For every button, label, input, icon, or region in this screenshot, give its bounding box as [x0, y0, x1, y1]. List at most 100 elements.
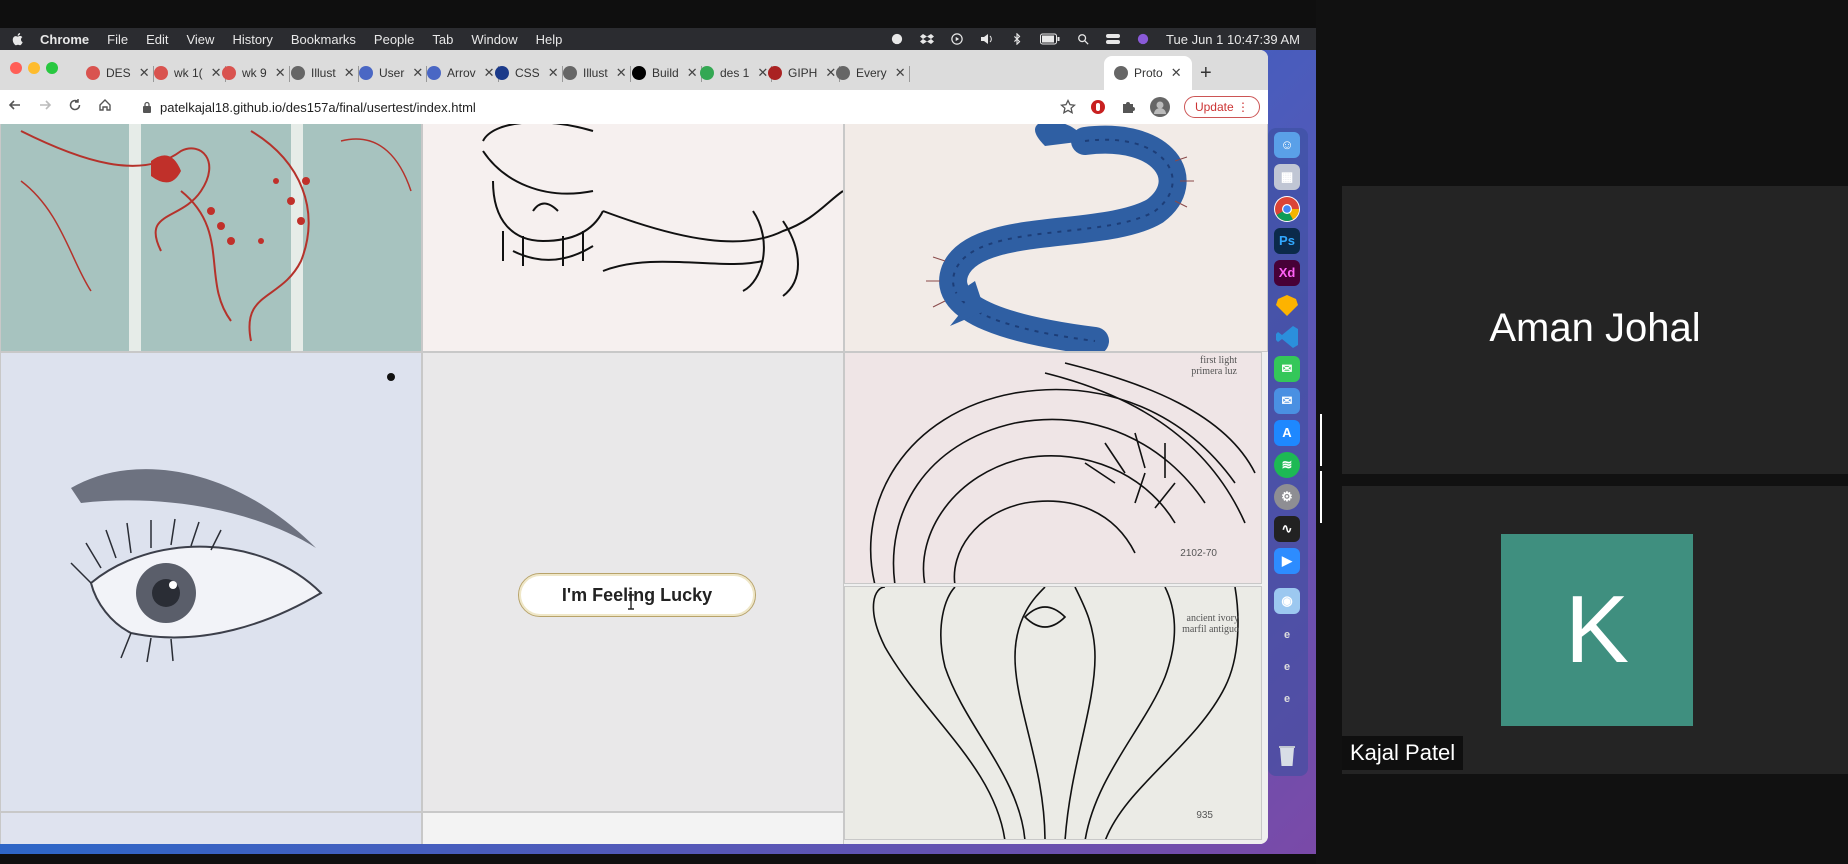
menu-history[interactable]: History	[232, 32, 272, 47]
finder-icon[interactable]: ☺	[1274, 132, 1300, 158]
tab-close-icon[interactable]: ✕	[139, 65, 150, 81]
document-icon[interactable]: e	[1274, 654, 1300, 680]
browser-tab[interactable]: wk 9 ✕	[222, 56, 290, 90]
siri-icon[interactable]	[1136, 33, 1150, 45]
update-button[interactable]: Update ⋮	[1183, 96, 1260, 118]
menu-view[interactable]: View	[186, 32, 214, 47]
new-tab-button[interactable]: +	[1200, 63, 1212, 83]
tab-close-icon[interactable]: ✕	[275, 65, 286, 81]
vscode-icon[interactable]	[1274, 324, 1300, 350]
browser-tab[interactable]: des 1 ✕	[700, 56, 773, 90]
browser-tab[interactable]: Illust ✕	[563, 56, 631, 90]
document-icon[interactable]: e	[1274, 686, 1300, 712]
participant-tile-kajal[interactable]: K Kajal Patel	[1342, 486, 1848, 774]
first-light-card[interactable]: first light primera luz 2102-70	[844, 352, 1262, 584]
koi-fish-card[interactable]	[0, 124, 422, 352]
volume-icon[interactable]	[980, 33, 994, 45]
tab-label: des 1	[720, 66, 750, 80]
zoom-icon[interactable]: ▶	[1274, 548, 1300, 574]
control-center-icon[interactable]	[1106, 33, 1121, 45]
participant-tile-aman[interactable]: Aman Johal	[1342, 186, 1848, 474]
koi-fish-illustration	[1, 124, 421, 351]
lion-sketch-card[interactable]	[422, 124, 844, 352]
system-preferences-icon[interactable]: ⚙	[1274, 484, 1300, 510]
tab-close-icon[interactable]: ✕	[895, 65, 906, 81]
battery-icon[interactable]	[1040, 33, 1060, 45]
avatar: K	[1501, 534, 1693, 726]
adblock-extension-icon[interactable]	[1090, 99, 1106, 115]
menu-edit[interactable]: Edit	[146, 32, 168, 47]
activity-monitor-icon[interactable]: ∿	[1274, 516, 1300, 542]
extensions-puzzle-icon[interactable]	[1120, 99, 1136, 115]
browser-tab[interactable]: Arrov ✕	[427, 56, 499, 90]
chrome-icon[interactable]	[1274, 196, 1300, 222]
tab-favicon-icon	[495, 66, 509, 80]
browser-tab[interactable]: GIPH ✕	[768, 56, 841, 90]
browser-tab[interactable]: DES ✕	[86, 56, 154, 90]
browser-tab[interactable]: User ✕	[359, 56, 428, 90]
menu-file[interactable]: File	[107, 32, 128, 47]
browser-tab[interactable]: wk 1(✕	[154, 56, 226, 90]
tab-close-icon[interactable]: ✕	[211, 65, 222, 81]
back-button[interactable]	[0, 98, 30, 117]
panel-resize-handle[interactable]	[1320, 414, 1330, 523]
app-store-icon[interactable]: A	[1274, 420, 1300, 446]
feeling-lucky-button[interactable]: I'm Feeling Lucky	[518, 573, 756, 617]
spotify-icon[interactable]: ≋	[1274, 452, 1300, 478]
messages-icon[interactable]: ✉	[1274, 356, 1300, 382]
tab-close-icon[interactable]: ✕	[1171, 65, 1182, 81]
preview-icon[interactable]: ◉	[1274, 588, 1300, 614]
browser-tab[interactable]: Every ✕	[836, 56, 910, 90]
browser-tab[interactable]: Build ✕	[632, 56, 702, 90]
menu-bookmarks[interactable]: Bookmarks	[291, 32, 356, 47]
tab-label: DES	[106, 66, 131, 80]
tab-close-icon[interactable]: ✕	[344, 65, 355, 81]
status-menu-icon[interactable]	[890, 33, 904, 45]
trash-icon[interactable]	[1274, 742, 1300, 768]
close-window-button[interactable]	[10, 62, 22, 74]
eye-sketch-card[interactable]	[0, 352, 422, 812]
browser-tab[interactable]: CSS ✕	[495, 56, 563, 90]
adobe-xd-icon[interactable]: Xd	[1274, 260, 1300, 286]
lock-icon[interactable]	[142, 101, 152, 113]
launchpad-icon[interactable]: ▦	[1274, 164, 1300, 190]
reload-button[interactable]	[60, 98, 90, 117]
document-icon[interactable]: e	[1274, 622, 1300, 648]
next-card-left[interactable]	[0, 812, 422, 844]
menu-app-name[interactable]: Chrome	[40, 32, 89, 47]
tab-label: Illust	[583, 66, 608, 80]
tab-close-icon[interactable]: ✕	[687, 65, 698, 81]
tab-close-icon[interactable]: ✕	[412, 65, 423, 81]
menu-tab[interactable]: Tab	[432, 32, 453, 47]
play-icon[interactable]	[950, 33, 964, 45]
bluetooth-icon[interactable]	[1010, 33, 1024, 45]
minimize-window-button[interactable]	[28, 62, 40, 74]
tab-close-icon[interactable]: ✕	[825, 65, 836, 81]
home-button[interactable]	[90, 98, 120, 117]
mail-icon[interactable]: ✉	[1274, 388, 1300, 414]
tab-close-icon[interactable]: ✕	[757, 65, 768, 81]
forward-button[interactable]	[30, 98, 60, 117]
blue-dragon-card[interactable]	[844, 124, 1268, 352]
sketch-icon[interactable]	[1274, 292, 1300, 318]
browser-tab[interactable]: Illust ✕	[291, 56, 359, 90]
tab-label: Illust	[311, 66, 336, 80]
photoshop-icon[interactable]: Ps	[1274, 228, 1300, 254]
zoom-window-button[interactable]	[46, 62, 58, 74]
menu-people[interactable]: People	[374, 32, 414, 47]
apple-menu-icon[interactable]	[10, 31, 26, 47]
clock[interactable]: Tue Jun 1 10:47:39 AM	[1166, 32, 1300, 47]
star-icon[interactable]	[1059, 99, 1076, 115]
profile-avatar[interactable]	[1149, 97, 1170, 117]
menu-window[interactable]: Window	[471, 32, 517, 47]
menu-help[interactable]: Help	[536, 32, 563, 47]
next-card-center[interactable]	[422, 812, 844, 844]
tab-close-icon[interactable]: ✕	[484, 65, 495, 81]
search-icon[interactable]	[1076, 33, 1090, 45]
ancient-ivory-card[interactable]: ancient ivory marfil antiguo 935	[844, 586, 1262, 840]
tab-close-icon[interactable]: ✕	[616, 65, 627, 81]
address-bar[interactable]: patelkajal18.github.io/des157a/final/use…	[160, 100, 476, 115]
dropbox-icon[interactable]	[920, 33, 935, 45]
tab-close-icon[interactable]: ✕	[548, 65, 559, 81]
browser-tab[interactable]: Proto ✕	[1104, 56, 1192, 90]
